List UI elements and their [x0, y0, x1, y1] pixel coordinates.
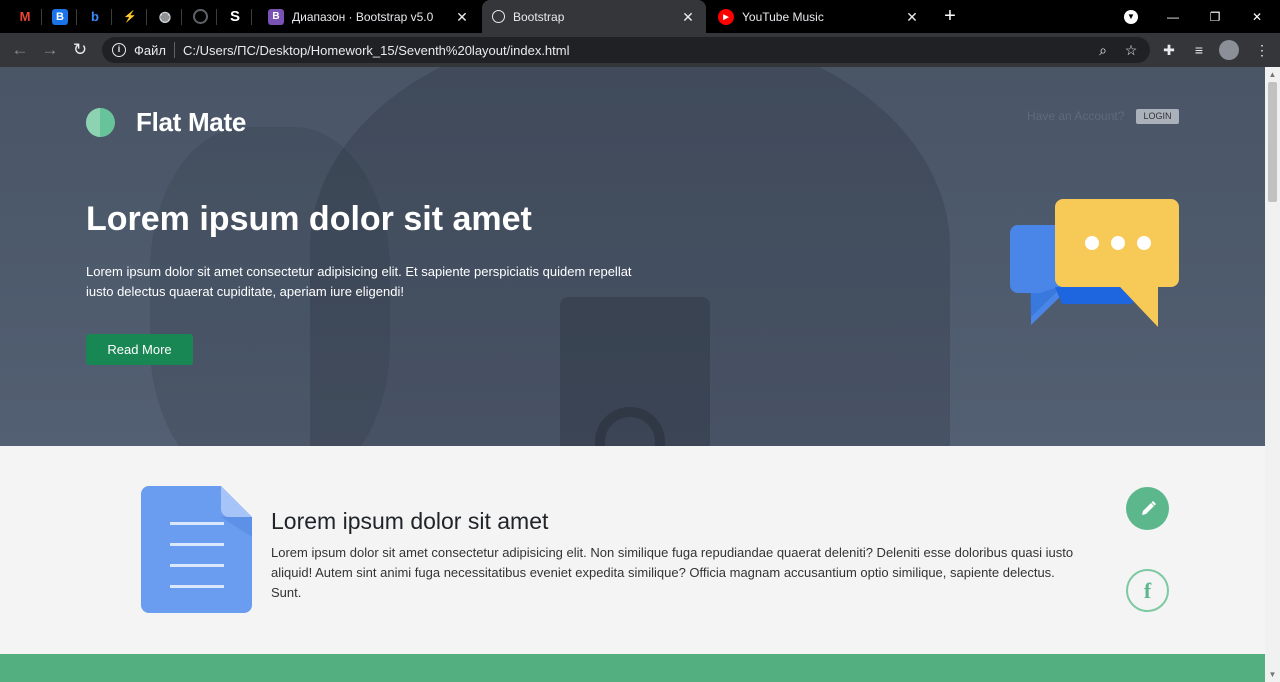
pinned-tab-lightning[interactable]: ⚡ [113, 0, 147, 33]
pinned-tab-s[interactable]: S [218, 0, 252, 33]
tab-title: Bootstrap [513, 9, 565, 24]
minimize-icon: — [1167, 9, 1179, 24]
globe-icon [492, 10, 505, 23]
have-account-text: Have an Account? [1027, 109, 1125, 123]
bootstrap-favicon-icon: B [268, 8, 284, 25]
close-icon[interactable]: ✕ [454, 9, 470, 25]
brand-name[interactable]: Flat Mate [136, 107, 246, 138]
hero-title: Lorem ipsum dolor sit amet [86, 200, 532, 238]
gmail-icon: M [19, 9, 31, 24]
tab-bootstrap[interactable]: Bootstrap ✕ [482, 0, 706, 33]
restore-icon: ❐ [1209, 9, 1221, 24]
green-section [0, 654, 1265, 682]
tab-strip: M B b ⚡ ◍ S B Диапазон · Bootstrap v5.0 … [0, 0, 1280, 33]
login-button[interactable]: LOGIN [1136, 109, 1179, 124]
close-icon[interactable]: ✕ [680, 9, 696, 25]
document-icon [141, 486, 252, 613]
minimize-button[interactable]: — [1152, 0, 1194, 33]
github-icon [192, 9, 208, 24]
close-icon: ✕ [1251, 9, 1263, 24]
tab-title: YouTube Music [742, 9, 824, 24]
close-icon[interactable]: ✕ [904, 9, 920, 25]
calendar-icon: B [52, 8, 68, 25]
hero-text: Lorem ipsum dolor sit amet consectetur a… [86, 264, 632, 299]
facebook-button[interactable]: f [1126, 569, 1169, 612]
pencil-icon [1141, 500, 1156, 515]
pinned-tab-github[interactable] [183, 0, 217, 33]
reload-icon: ↻ [72, 40, 88, 59]
info-icon[interactable]: i [112, 43, 126, 57]
feature-title: Lorem ipsum dolor sit amet [271, 508, 549, 534]
back-button[interactable]: ← [8, 38, 32, 62]
pinned-tab-calendar[interactable]: B [43, 0, 77, 33]
reload-button[interactable]: ↻ [68, 38, 92, 62]
read-more-button[interactable]: Read More [86, 334, 193, 365]
logo-icon [86, 108, 115, 137]
lightning-icon: ⚡ [123, 11, 137, 23]
page-viewport: Flat Mate Have an Account? LOGIN Lorem i… [0, 67, 1265, 682]
page-scrollbar[interactable]: ▲ ▼ [1265, 67, 1280, 682]
chat-bubbles-icon [1010, 199, 1179, 327]
facebook-icon: f [1143, 577, 1152, 603]
restore-button[interactable]: ❐ [1194, 0, 1236, 33]
extensions-icon[interactable]: ✚ [1157, 38, 1181, 62]
scrollbar-thumb[interactable] [1268, 82, 1277, 202]
pinned-tab-drop[interactable]: ◍ [148, 0, 182, 33]
scroll-up-icon[interactable]: ▲ [1265, 67, 1280, 82]
divider [173, 42, 175, 58]
forward-button[interactable]: → [38, 38, 62, 62]
url-text[interactable]: C:/Users/ПС/Desktop/Homework_15/Seventh%… [183, 43, 570, 58]
avatar[interactable] [1217, 38, 1241, 62]
tab-bootstrap-range[interactable]: B Диапазон · Bootstrap v5.0 ✕ [258, 0, 480, 33]
tab-title: Диапазон · Bootstrap v5.0 [292, 9, 434, 24]
tab-youtube-music[interactable]: ▶ YouTube Music ✕ [708, 0, 930, 33]
s-icon: S [229, 8, 240, 25]
browser-toolbar: ← → ↻ i Файл C:/Users/ПС/Desktop/Homewor… [0, 33, 1280, 67]
pinned-tab-behance[interactable]: b [78, 0, 112, 33]
tab-search-button[interactable]: ▼ [1110, 0, 1152, 33]
media-queue-icon[interactable]: ≡ [1187, 38, 1211, 62]
new-tab-button[interactable]: + [938, 5, 962, 29]
zoom-icon[interactable]: ⌕ [1090, 37, 1116, 63]
feature-text: Lorem ipsum dolor sit amet consectetur a… [271, 545, 1074, 600]
window-close-button[interactable]: ✕ [1236, 0, 1278, 33]
bookmark-star-icon[interactable]: ☆ [1118, 37, 1144, 63]
address-bar[interactable]: i Файл C:/Users/ПС/Desktop/Homework_15/S… [102, 37, 1150, 63]
scheme-label: Файл [134, 42, 166, 58]
pinned-tab-gmail[interactable]: M [8, 0, 42, 33]
edit-button[interactable] [1126, 487, 1169, 530]
scroll-down-icon[interactable]: ▼ [1265, 667, 1280, 682]
drop-icon: ◍ [158, 8, 172, 24]
arrow-right-icon: → [41, 40, 59, 59]
hero-section: Flat Mate Have an Account? LOGIN Lorem i… [0, 67, 1265, 446]
behance-icon: b [91, 9, 99, 24]
chevron-down-icon: ▼ [1124, 9, 1138, 24]
youtube-music-icon: ▶ [718, 8, 734, 25]
menu-kebab-icon[interactable]: ⋮ [1250, 38, 1274, 62]
arrow-left-icon: ← [11, 40, 29, 59]
